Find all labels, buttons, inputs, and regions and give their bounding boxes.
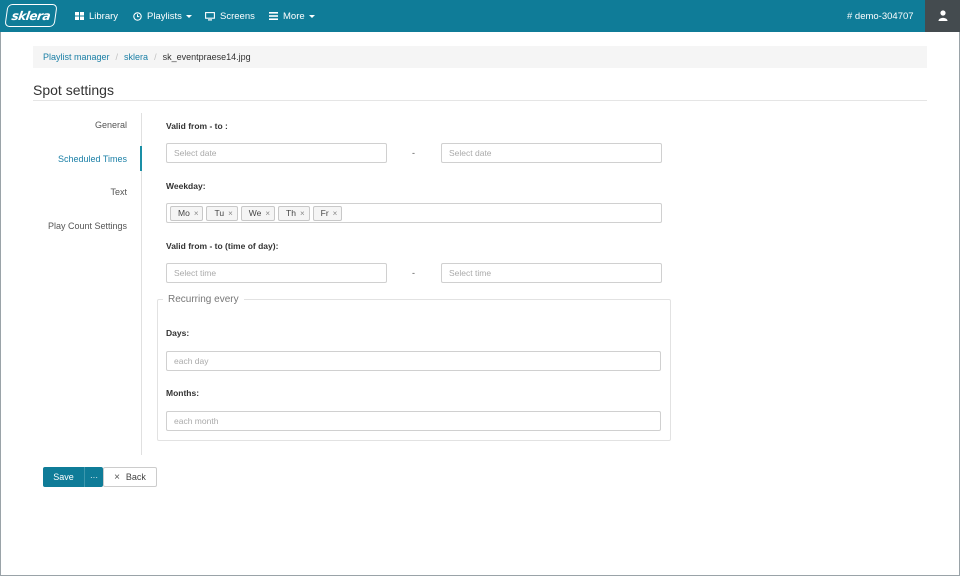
weekday-tag-fr: Fr × (312, 205, 343, 221)
days-label: Days: (166, 328, 190, 338)
save-button[interactable]: Save (43, 467, 84, 487)
account-name[interactable]: # demo-304707 (847, 0, 914, 32)
active-tab-indicator (140, 146, 142, 171)
close-icon[interactable]: × (300, 209, 305, 218)
chevron-down-icon (308, 14, 315, 18)
nav-playlists-label: Playlists (147, 10, 182, 22)
breadcrumb-separator: / (154, 52, 157, 62)
close-icon[interactable]: × (333, 209, 338, 218)
nav-screens-label: Screens (220, 10, 255, 22)
title-divider (33, 100, 927, 101)
tab-scheduled-times[interactable]: Scheduled Times (58, 154, 127, 164)
nav-library-label: Library (89, 10, 119, 22)
back-button-label: Back (125, 472, 146, 482)
page-title: Spot settings (33, 82, 114, 98)
monitor-icon (205, 11, 215, 21)
time-to-input[interactable]: Select time (441, 263, 662, 283)
nav-more[interactable]: More (269, 0, 315, 32)
breadcrumb-sklera[interactable]: sklera (124, 52, 148, 62)
clock-icon (133, 11, 142, 21)
days-input[interactable]: each day (166, 351, 661, 371)
weekday-tag-we: We × (240, 205, 276, 221)
recurring-legend: Recurring every (163, 294, 244, 305)
breadcrumb-current: sk_eventpraese14.jpg (162, 52, 251, 62)
nav-library[interactable]: Library (75, 0, 118, 32)
weekday-tag-mo: Mo × (170, 205, 204, 221)
user-icon (938, 9, 948, 23)
time-from-input[interactable]: Select time (166, 263, 387, 283)
weekday-select[interactable]: Mo × Tu × We × Th × Fr × (166, 203, 662, 223)
tab-text[interactable]: Text (110, 187, 127, 197)
months-input[interactable]: each month (166, 411, 661, 431)
date-to-input[interactable]: Select date (441, 143, 662, 163)
close-icon: × (114, 471, 120, 483)
chevron-down-icon (185, 14, 192, 18)
valid-dates-label: Valid from - to : (166, 121, 228, 131)
date-from-input[interactable]: Select date (166, 143, 387, 163)
sklera-logo[interactable]: sklera (4, 4, 58, 27)
breadcrumb-separator: / (115, 52, 119, 62)
weekday-tag-tu: Tu × (206, 205, 238, 221)
valid-times-label: Valid from - to (time of day): (166, 241, 279, 251)
list-icon (269, 12, 278, 20)
date-range-separator: - (412, 148, 415, 158)
tab-general[interactable]: General (95, 120, 127, 130)
close-icon[interactable]: × (228, 209, 233, 218)
close-icon[interactable]: × (265, 209, 270, 218)
nav-screens[interactable]: Screens (205, 0, 255, 32)
close-icon[interactable]: × (194, 209, 199, 218)
months-label: Months: (166, 388, 200, 398)
breadcrumb: Playlist manager / sklera / sk_eventprae… (33, 46, 927, 68)
tab-play-count-settings[interactable]: Play Count Settings (48, 221, 127, 231)
time-range-separator: - (412, 268, 415, 278)
top-navbar: sklera Library Playlists Screens More # … (0, 0, 960, 32)
app-frame (0, 0, 960, 576)
more-options-button[interactable]: ··· (84, 467, 103, 487)
back-button[interactable]: × Back (103, 467, 157, 487)
weekday-tag-th: Th × (278, 205, 310, 221)
breadcrumb-playlist-manager[interactable]: Playlist manager (43, 52, 110, 62)
grid-icon (75, 12, 84, 20)
weekday-label: Weekday: (166, 181, 206, 191)
nav-playlists[interactable]: Playlists (133, 0, 192, 32)
nav-more-label: More (283, 10, 305, 22)
user-menu-button[interactable] (925, 0, 960, 32)
